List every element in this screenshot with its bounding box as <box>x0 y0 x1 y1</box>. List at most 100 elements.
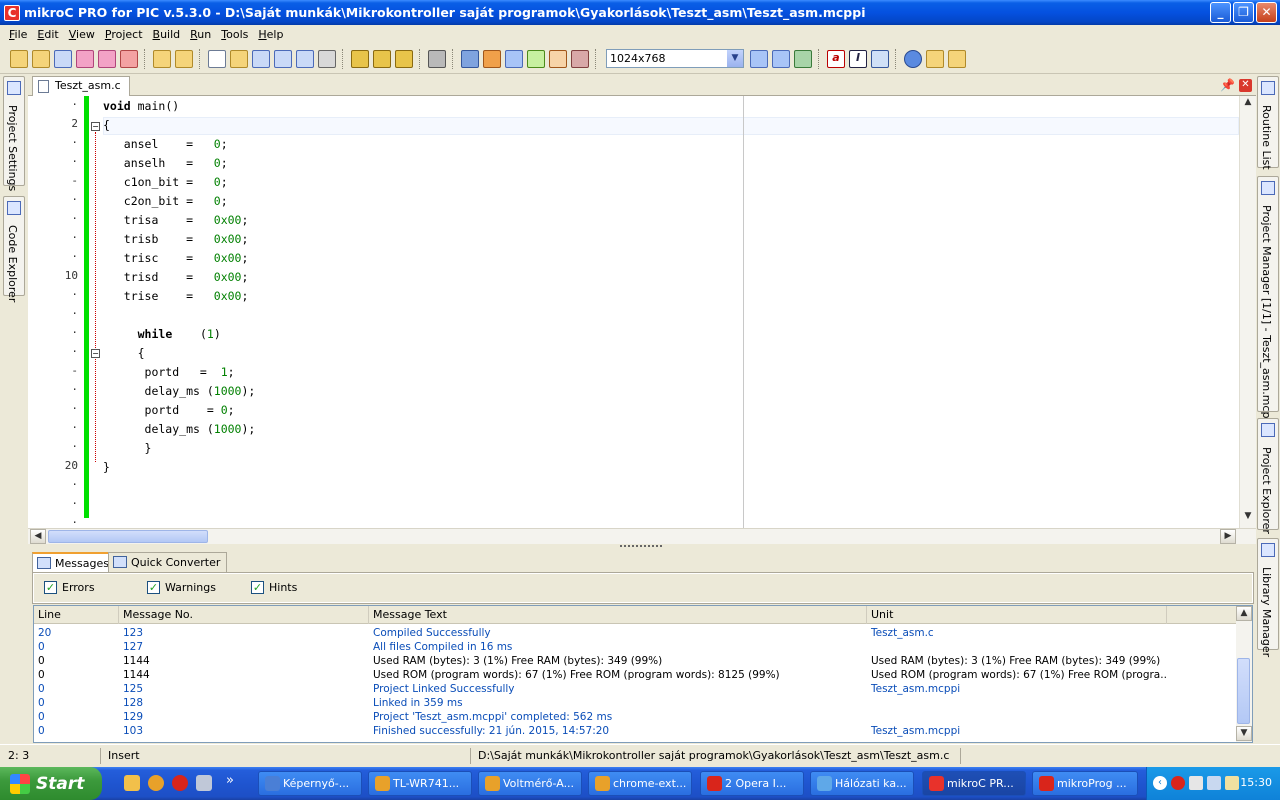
quicklaunch-explorer-icon[interactable] <box>124 775 140 791</box>
taskbar-button[interactable]: chrome-ext... <box>588 771 692 796</box>
editor-vertical-scrollbar[interactable]: ▲ ▼ <box>1239 96 1256 528</box>
table-row[interactable]: 20 123 Compiled Successfully Teszt_asm.c <box>34 626 1238 640</box>
tab-library-manager[interactable]: Library Manager <box>1257 538 1279 657</box>
menu-project[interactable]: Project <box>100 28 148 41</box>
statistics-icon[interactable] <box>871 49 889 68</box>
taskbar-button[interactable]: Voltmérő-A... <box>478 771 582 796</box>
print-preview-icon[interactable] <box>296 49 314 68</box>
quicklaunch-overflow-icon[interactable]: » <box>226 773 234 788</box>
tab-code-explorer[interactable]: Code Explorer <box>3 196 25 302</box>
tab-project-explorer[interactable]: Project Explorer <box>1257 418 1279 534</box>
splitter-grip[interactable] <box>620 545 662 548</box>
taskbar-button[interactable]: TL-WR741... <box>368 771 472 796</box>
tab-project-settings[interactable]: Project Settings <box>3 76 25 191</box>
menu-view[interactable]: View <box>64 28 100 41</box>
tray-device-icon[interactable] <box>1225 776 1239 790</box>
about-icon[interactable] <box>948 49 966 68</box>
table-row[interactable]: 0 1144 Used ROM (program words): 67 (1%) F… <box>34 668 1238 682</box>
print-icon[interactable] <box>318 49 336 68</box>
tray-volume-icon[interactable] <box>1207 776 1221 790</box>
quicklaunch-opera-icon[interactable] <box>172 775 188 791</box>
resolution-select[interactable]: 1024x768 ▼ <box>606 49 744 68</box>
new-file-icon[interactable] <box>208 49 226 68</box>
table-row[interactable]: 0 129 Project 'Teszt_asm.mcppi' completed:… <box>34 710 1238 724</box>
scroll-left-icon[interactable]: ◀ <box>30 529 46 544</box>
options-icon[interactable] <box>571 49 589 68</box>
tab-project-manager[interactable]: Project Manager [1/1] - Teszt_asm.mcppi <box>1257 176 1279 429</box>
close-tab-icon[interactable]: ✕ <box>1239 78 1252 92</box>
chevron-down-icon[interactable]: ▼ <box>727 50 743 67</box>
tray-opera-icon[interactable] <box>1171 776 1185 790</box>
edit-project-icon[interactable] <box>76 49 94 68</box>
menu-run[interactable]: Run <box>185 28 216 41</box>
tab-messages[interactable]: Messages <box>32 552 116 572</box>
pin-icon[interactable]: 📌 <box>1220 78 1235 92</box>
tray-network-icon[interactable] <box>1189 776 1203 790</box>
scroll-thumb[interactable] <box>48 530 208 543</box>
menu-tools[interactable]: Tools <box>216 28 253 41</box>
filter-warnings[interactable]: ✓ Warnings <box>147 581 216 594</box>
column-line[interactable]: Line <box>34 606 119 624</box>
menu-file[interactable]: File <box>4 28 32 41</box>
fold-toggle-icon[interactable]: − <box>91 122 100 131</box>
table-row[interactable]: 0 103 Finished successfully: 21 jún. 2015,… <box>34 724 1238 738</box>
taskbar-button[interactable]: Hálózati ka... <box>810 771 914 796</box>
minimize-button[interactable]: _ <box>1210 2 1231 23</box>
table-row[interactable]: 0 128 Linked in 359 ms <box>34 696 1238 710</box>
scroll-down-icon[interactable]: ▼ <box>1236 726 1252 741</box>
code-editor[interactable]: · 2 · · - · · · · 10 · · · · - · · · · 2… <box>28 96 1256 529</box>
taskbar-button[interactable]: 2 Opera I... <box>700 771 804 796</box>
errors-checkbox[interactable]: ✓ <box>44 581 57 594</box>
function-list-icon[interactable]: a <box>827 49 845 68</box>
menu-build[interactable]: Build <box>148 28 186 41</box>
scroll-up-icon[interactable]: ▲ <box>1240 96 1256 111</box>
seven-segment-icon[interactable] <box>549 49 567 68</box>
insert-text-icon[interactable]: I <box>849 49 867 68</box>
layout-save-icon[interactable] <box>750 49 768 68</box>
mikroc-app-icon[interactable]: C <box>4 4 20 21</box>
close-button[interactable]: ✕ <box>1256 2 1277 23</box>
code-text[interactable]: void main() { ansel = 0; anselh = 0; c1o… <box>103 96 1243 528</box>
column-message-text[interactable]: Message Text <box>369 606 867 624</box>
add-file-icon[interactable] <box>153 49 171 68</box>
help-icon[interactable] <box>904 49 922 68</box>
taskbar-button[interactable]: Képernyő-... <box>258 771 362 796</box>
key-icon[interactable] <box>926 49 944 68</box>
table-row[interactable]: 0 125 Project Linked Successfully Teszt_asm… <box>34 682 1238 696</box>
build-icon[interactable] <box>351 49 369 68</box>
help-question-icon[interactable] <box>527 49 545 68</box>
start-button[interactable]: Start <box>0 767 102 800</box>
scroll-up-icon[interactable]: ▲ <box>1236 606 1252 621</box>
scroll-down-icon[interactable]: ▼ <box>1240 510 1256 525</box>
hints-checkbox[interactable]: ✓ <box>251 581 264 594</box>
new-project-icon[interactable] <box>10 49 28 68</box>
program-device-icon[interactable] <box>428 49 446 68</box>
menu-help[interactable]: Help <box>253 28 288 41</box>
warnings-checkbox[interactable]: ✓ <box>147 581 160 594</box>
table-row[interactable]: 0 127 All files Compiled in 16 ms <box>34 640 1238 654</box>
filter-errors[interactable]: ✓ Errors <box>44 581 95 594</box>
project-files-icon[interactable] <box>98 49 116 68</box>
editor-horizontal-scrollbar[interactable]: ◀ ▶ <box>28 528 1256 544</box>
usart-terminal-icon[interactable] <box>483 49 501 68</box>
remove-file-icon[interactable] <box>175 49 193 68</box>
messages-vertical-scrollbar[interactable]: ▲ ▼ <box>1236 606 1252 742</box>
scroll-thumb[interactable] <box>1237 658 1250 724</box>
menu-edit[interactable]: Edit <box>32 28 63 41</box>
layout-delete-icon[interactable] <box>794 49 812 68</box>
build-all-icon[interactable] <box>373 49 391 68</box>
tray-expand-icon[interactable]: ‹ <box>1153 776 1167 790</box>
ascii-chart-icon[interactable] <box>505 49 523 68</box>
close-project-icon[interactable] <box>120 49 138 68</box>
save-project-icon[interactable] <box>54 49 72 68</box>
taskbar-button[interactable]: mikroC PR... <box>922 771 1026 796</box>
open-project-icon[interactable] <box>32 49 50 68</box>
fold-toggle-icon[interactable]: − <box>91 349 100 358</box>
filter-hints[interactable]: ✓ Hints <box>251 581 297 594</box>
scroll-right-icon[interactable]: ▶ <box>1220 529 1236 544</box>
quicklaunch-app-icon[interactable] <box>196 775 212 791</box>
quicklaunch-chrome-icon[interactable] <box>148 775 164 791</box>
lcd-tool-icon[interactable] <box>461 49 479 68</box>
open-file-icon[interactable] <box>230 49 248 68</box>
restore-button[interactable]: ❐ <box>1233 2 1254 23</box>
